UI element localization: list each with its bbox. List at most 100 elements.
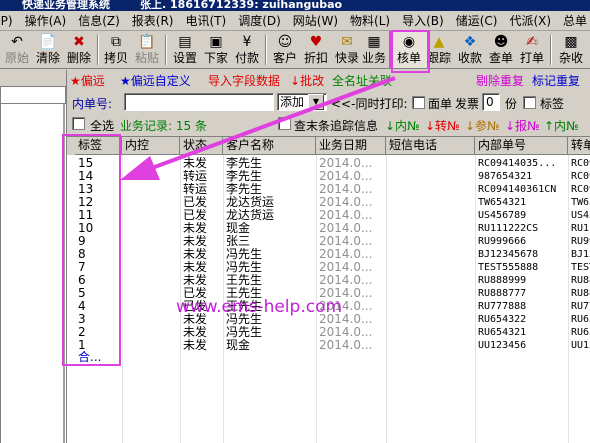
column-header-status[interactable]: 状态 <box>180 137 223 155</box>
quick-entry-button[interactable]: ✉ 快录 <box>332 33 362 67</box>
settings-button[interactable]: ▤ 设置 <box>170 33 200 67</box>
tag-checkbox[interactable] <box>523 96 536 109</box>
main-pane: ★偏远 ★偏远自定义 导入字段数据 ↓批改 全名址关联 剔除重复 标记重复 内单… <box>66 70 590 443</box>
menu-item-info[interactable]: 信息(Z) <box>72 11 126 30</box>
menu-item-website[interactable]: 网站(W) <box>287 11 344 30</box>
table-row[interactable]: 13转运李先生2014.0...RC094140361CNRC09 <box>67 183 590 196</box>
remove-duplicates-link[interactable]: 剔除重复 <box>476 73 524 89</box>
toolbar-separator <box>265 35 267 65</box>
business-button[interactable]: ▦ 业务 <box>361 33 387 67</box>
cell-control <box>122 326 180 339</box>
table-row[interactable]: 7未发冯先生2014.0...TEST555888TEST <box>67 261 590 274</box>
import-fields-link[interactable]: 导入字段数据 <box>208 73 280 89</box>
discount-icon: ♥ <box>309 34 323 50</box>
toolbar-separator <box>550 35 552 65</box>
print-face-checkbox[interactable] <box>412 96 425 109</box>
table-row[interactable]: 2未发冯先生2014.0...RU654321RU65 <box>67 326 590 339</box>
cell-control <box>122 183 180 196</box>
search-order-button[interactable]: ☻ 查单 <box>486 33 516 67</box>
cell-date: 2014.0... <box>319 183 373 196</box>
full-name-link[interactable]: 全名址关联 <box>332 73 392 89</box>
menu-item-operate[interactable]: 操作(A) <box>19 11 73 30</box>
customers-button[interactable]: ☺ 客户 <box>270 33 300 67</box>
table-row[interactable]: 15未发李先生2014.0...RC09414035...RC09 <box>67 157 590 170</box>
menu-item-master[interactable]: 总单 <box>557 11 590 30</box>
select-all-checkbox[interactable] <box>72 117 85 130</box>
chevron-down-icon[interactable]: ▼ <box>308 94 324 110</box>
cell-control <box>122 313 180 326</box>
cell-customer: 冯先生 <box>226 248 263 261</box>
cell-phone <box>386 183 475 196</box>
column-header-customer[interactable]: 客户名称 <box>223 137 316 155</box>
table-row[interactable]: 8未发冯先生2014.0...BJ12345678BJ12 <box>67 248 590 261</box>
table-row[interactable]: 9未发张三2014.0...RU999666RU99 <box>67 235 590 248</box>
menu-item-delivery[interactable]: 代派(X) <box>503 11 557 30</box>
column-header-phone[interactable]: 短信电话 <box>386 137 475 155</box>
cell-customer: 李先生 <box>226 170 263 183</box>
copy-button[interactable]: ⧉ 拷贝 <box>101 33 131 67</box>
print-label: <<-同时打印: <box>331 97 408 111</box>
misc-icon: ▩ <box>564 34 578 50</box>
cell-phone <box>386 326 475 339</box>
print-order-button[interactable]: ✍ 打单 <box>517 33 547 67</box>
payment-button[interactable]: ¥ 付款 <box>232 33 262 67</box>
discount-button[interactable]: ♥ 折扣 <box>301 33 331 67</box>
column-header-transfer[interactable]: 转单 <box>568 137 590 155</box>
left-pane-list[interactable] <box>0 104 66 443</box>
far-link[interactable]: ★偏远 <box>70 73 105 89</box>
menu-item-import[interactable]: 导入(B) <box>396 11 450 30</box>
cell-inner-no: BJ12345678 <box>478 249 539 260</box>
track-label: 查末条追踪信息 <box>294 119 379 133</box>
inner-no-input[interactable] <box>124 93 274 111</box>
table-row[interactable]: 14转运李先生2014.0...987654321RC09 <box>67 170 590 183</box>
cell-transfer: RC09 <box>571 158 590 169</box>
cell-status: 未发 <box>183 248 208 261</box>
table-row[interactable]: 10未发现金2014.0...RU111222CSRU11 <box>67 222 590 235</box>
column-header-date[interactable]: 业务日期 <box>316 137 386 155</box>
left-pane <box>0 70 66 443</box>
cell-inner-no: RU888999 <box>478 275 527 286</box>
table-header: 标签 内控 状态 客户名称 业务日期 短信电话 内部单号 转单 <box>67 137 590 155</box>
delete-icon: ✖ <box>73 34 85 50</box>
menu-item-p[interactable]: (P) <box>0 11 19 30</box>
invoice-count-input[interactable]: 0 <box>482 93 500 111</box>
toolbar-separator <box>165 35 167 65</box>
cell-customer: 龙达货运 <box>226 196 275 209</box>
misc-collect-button[interactable]: ▩ 杂收 <box>556 33 586 67</box>
batch-edit-link[interactable]: ↓批改 <box>290 73 324 89</box>
customers-icon: ☺ <box>277 34 293 50</box>
cell-date: 2014.0... <box>319 196 373 209</box>
cell-status: 未发 <box>183 157 208 170</box>
legend-report-down: ↓报№ <box>505 119 540 133</box>
track-checkbox[interactable] <box>278 117 291 130</box>
cell-status: 已发 <box>183 209 208 222</box>
tag-column-highlight-box <box>62 134 121 366</box>
next-house-button[interactable]: ▣ 下家 <box>201 33 231 67</box>
paste-button[interactable]: 📋 粘贴 <box>132 33 162 67</box>
menu-item-material[interactable]: 物料(L) <box>344 11 396 30</box>
cell-date: 2014.0... <box>319 274 373 287</box>
column-header-inner-no[interactable]: 内部单号 <box>475 137 568 155</box>
menu-item-telecom[interactable]: 电讯(T) <box>179 11 232 30</box>
cell-customer: 张三 <box>226 235 251 248</box>
delete-button[interactable]: ✖ 删除 <box>64 33 94 67</box>
down-icon: ▣ <box>209 34 223 50</box>
cell-date: 2014.0... <box>319 157 373 170</box>
cell-date: 2014.0... <box>319 170 373 183</box>
menu-item-storage[interactable]: 储运(C) <box>450 11 504 30</box>
menu-item-dispatch[interactable]: 调度(D) <box>232 11 287 30</box>
far-custom-link[interactable]: ★偏远自定义 <box>120 73 191 89</box>
mark-duplicates-link[interactable]: 标记重复 <box>532 73 580 89</box>
table-row[interactable]: 12已发龙达货运2014.0...TW654321TW65 <box>67 196 590 209</box>
column-header-control[interactable]: 内控 <box>122 137 180 155</box>
table-row[interactable]: 11已发龙达货运2014.0...US456789US45 <box>67 209 590 222</box>
menu-item-report[interactable]: 报表(R) <box>126 11 180 30</box>
collect-button[interactable]: ❖ 收款 <box>455 33 485 67</box>
cell-inner-no: 987654321 <box>478 171 533 182</box>
table-row[interactable]: 6未发王先生2014.0...RU888999RU88 <box>67 274 590 287</box>
original-button[interactable]: ↶ 原始 <box>2 33 32 67</box>
clear-button[interactable]: 📄 清除 <box>33 33 63 67</box>
payment-icon: ¥ <box>242 34 252 50</box>
record-count: 业务记录: 15 条 <box>120 119 207 133</box>
title-bar: 快递业务管理系统 张上. 18616712339: zuihangubao <box>0 0 590 11</box>
